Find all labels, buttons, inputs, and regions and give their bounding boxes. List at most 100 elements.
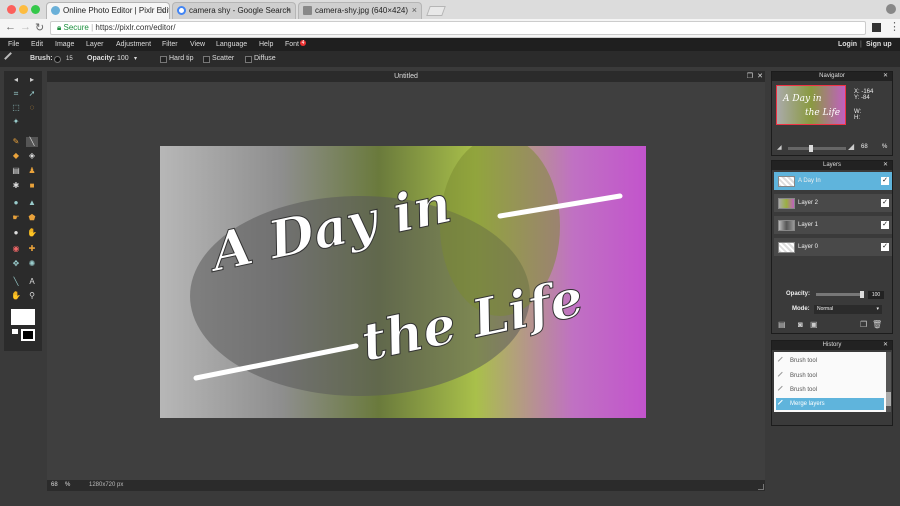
resize-grip-icon[interactable] <box>758 484 764 490</box>
reload-icon[interactable]: ↻ <box>35 21 44 34</box>
layer-row[interactable]: Layer 0 ✓ <box>774 238 892 256</box>
lasso-icon[interactable]: ◌ <box>26 103 38 113</box>
sharpen-icon[interactable]: ▲ <box>26 198 38 208</box>
menu-edit[interactable]: Edit <box>31 38 43 51</box>
marquee-icon[interactable]: ⬚ <box>10 103 22 113</box>
close-tab-icon[interactable]: × <box>412 3 417 18</box>
reset-colors-icon[interactable] <box>12 329 18 334</box>
layer-settings-icon[interactable]: ▤ <box>778 320 786 329</box>
menu-font[interactable]: Font <box>285 38 299 51</box>
stamp-icon[interactable]: ♟ <box>26 166 38 176</box>
layer-opacity-value[interactable]: 100 <box>868 291 884 299</box>
foreground-color-swatch[interactable] <box>11 309 35 325</box>
mode-select[interactable]: Normal ▾ <box>814 305 882 314</box>
history-item[interactable]: Brush tool <box>776 384 884 396</box>
type-icon[interactable]: A <box>26 277 38 287</box>
opacity-value[interactable]: 100 <box>117 51 129 67</box>
back-icon[interactable]: ← <box>5 21 16 33</box>
history-scrollbar[interactable] <box>886 352 891 412</box>
zoom-value[interactable]: 68 <box>51 480 58 491</box>
brush-icon[interactable]: ╲ <box>26 137 38 147</box>
picker-icon[interactable]: ╲ <box>10 277 22 287</box>
navigator-thumbnail[interactable]: A Day in the Life <box>776 85 846 125</box>
drawing-icon[interactable]: ■ <box>26 181 38 191</box>
close-history-icon[interactable]: ✕ <box>883 341 888 350</box>
gradient-icon[interactable]: ▤ <box>10 166 22 176</box>
url-input[interactable]: 🔒︎ Secure | https://pixlr.com/editor/ <box>50 21 866 35</box>
layer-visibility-checkbox[interactable]: ✓ <box>881 177 889 185</box>
wand-icon[interactable]: ✦ <box>10 117 22 127</box>
scatter-checkbox[interactable] <box>203 56 210 63</box>
crop-icon[interactable]: ⌗ <box>10 89 22 99</box>
layer-opacity-knob[interactable] <box>860 291 864 298</box>
history-item-selected[interactable]: Merge layers <box>776 398 884 410</box>
menu-help[interactable]: Help <box>259 38 273 51</box>
red-eye-icon[interactable]: ◉ <box>10 244 22 254</box>
layer-style-icon[interactable]: ▣ <box>810 320 818 329</box>
close-window-icon[interactable] <box>7 5 16 14</box>
browser-menu-icon[interactable]: ⋮ <box>889 20 900 33</box>
maximize-doc-icon[interactable]: ❐ <box>747 71 753 82</box>
tab-image[interactable]: camera-shy.jpg (640×424) × <box>298 2 422 19</box>
new-layer-icon[interactable]: ❐ <box>860 320 867 329</box>
menu-file[interactable]: File <box>8 38 19 51</box>
bucket-icon[interactable]: ◈ <box>26 151 38 161</box>
layer-visibility-checkbox[interactable]: ✓ <box>881 199 889 207</box>
color-replace-icon[interactable]: ✱ <box>10 181 22 191</box>
layer-visibility-checkbox[interactable]: ✓ <box>881 221 889 229</box>
blur-icon[interactable]: ● <box>10 198 22 208</box>
menu-filter[interactable]: Filter <box>162 38 178 51</box>
history-item[interactable]: Brush tool <box>776 355 884 367</box>
burn-icon[interactable]: ✋ <box>26 228 38 238</box>
diffuse-checkbox[interactable] <box>245 56 252 63</box>
tab-pixlr[interactable]: Online Photo Editor | Pixlr Editor × <box>46 2 170 19</box>
menu-image[interactable]: Image <box>55 38 74 51</box>
eraser-icon[interactable]: ◆ <box>10 151 22 161</box>
zoom-in-icon[interactable]: ◢ <box>848 142 854 151</box>
close-tab-icon[interactable]: × <box>160 3 165 18</box>
move-icon[interactable]: ➚ <box>26 89 38 99</box>
navigator-zoom-slider[interactable] <box>788 145 846 152</box>
login-link[interactable]: Login <box>838 38 857 51</box>
layer-visibility-checkbox[interactable]: ✓ <box>881 243 889 251</box>
layer-row[interactable]: Layer 1 ✓ <box>774 216 892 234</box>
signup-link[interactable]: Sign up <box>866 38 892 51</box>
opacity-dropdown-icon[interactable]: ▾ <box>134 51 137 67</box>
bloat-icon[interactable]: ✥ <box>10 259 22 269</box>
forward-icon[interactable]: → <box>20 21 31 33</box>
menu-language[interactable]: Language <box>216 38 247 51</box>
tab-google-search[interactable]: camera shy - Google Search × <box>172 2 296 19</box>
close-doc-icon[interactable]: ✕ <box>757 71 763 82</box>
add-mask-icon[interactable]: ◙ <box>798 320 803 329</box>
history-item[interactable]: Brush tool <box>776 370 884 382</box>
hand-icon[interactable]: ✋ <box>10 291 22 301</box>
menu-adjustment[interactable]: Adjustment <box>116 38 151 51</box>
layer-row[interactable]: Layer 2 ✓ <box>774 194 892 212</box>
menu-view[interactable]: View <box>190 38 205 51</box>
navigator-zoom-value[interactable]: 68 <box>861 144 868 150</box>
spot-heal-icon[interactable]: ✚ <box>26 244 38 254</box>
minimize-window-icon[interactable] <box>19 5 28 14</box>
pinch-icon[interactable]: ✺ <box>26 259 38 269</box>
dodge-icon[interactable]: ● <box>10 228 22 238</box>
layer-opacity-slider[interactable] <box>816 291 864 298</box>
pencil-icon[interactable]: ✎ <box>10 137 22 147</box>
extension-icon[interactable] <box>872 23 881 32</box>
collapse-left-icon[interactable]: ◂ <box>10 75 22 85</box>
brush-preview[interactable] <box>54 56 61 63</box>
close-tab-icon[interactable]: × <box>286 3 291 18</box>
new-tab-button[interactable] <box>426 6 446 16</box>
image-canvas[interactable]: A Day in the Life <box>160 146 646 418</box>
sponge-icon[interactable]: ⬟ <box>26 213 38 223</box>
collapse-right-icon[interactable]: ▸ <box>26 75 38 85</box>
profile-icon[interactable] <box>886 4 896 14</box>
close-layers-icon[interactable]: ✕ <box>883 161 888 170</box>
menu-layer[interactable]: Layer <box>86 38 104 51</box>
maximize-window-icon[interactable] <box>31 5 40 14</box>
delete-layer-icon[interactable]: 🗑︎ <box>872 320 882 329</box>
brush-size[interactable]: 15 <box>66 51 73 67</box>
layer-row[interactable]: A Day In ✓ <box>774 172 892 190</box>
zoom-out-icon[interactable]: ◢ <box>777 144 782 151</box>
zoom-slider-knob[interactable] <box>809 145 813 152</box>
close-navigator-icon[interactable]: ✕ <box>883 72 888 81</box>
